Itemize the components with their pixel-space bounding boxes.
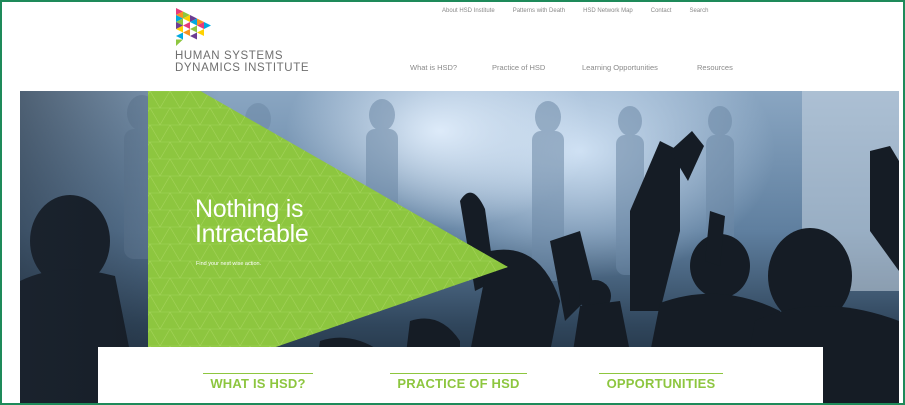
main-nav-practice[interactable]: Practice of HSD: [492, 63, 582, 72]
nav-patterns[interactable]: Patterns with Death: [513, 8, 565, 14]
hero-headline-line-1: Nothing is: [195, 195, 304, 223]
nav-search[interactable]: Search: [689, 8, 708, 14]
section-opportunities[interactable]: OPPORTUNITIES: [599, 373, 723, 391]
main-nav-resources[interactable]: Resources: [697, 63, 733, 72]
main-nav-learning[interactable]: Learning Opportunities: [582, 63, 697, 72]
hero-headline-line-2: Intractable: [195, 220, 309, 248]
main-nav: What is HSD? Practice of HSD Learning Op…: [410, 63, 733, 72]
main-nav-what-is-hsd[interactable]: What is HSD?: [410, 63, 492, 72]
triangle-logo-icon[interactable]: [174, 6, 216, 48]
section-practice-of-hsd[interactable]: PRACTICE OF HSD: [390, 373, 527, 391]
page-frame: HUMAN SYSTEMS DYNAMICS INSTITUTE About H…: [0, 0, 905, 405]
hero-headline: Nothing is Intractable: [195, 195, 309, 248]
section-what-is-hsd[interactable]: WHAT IS HSD?: [203, 373, 313, 391]
hero-tagline: Find your next wise action.: [196, 261, 262, 267]
brand-line-2: DYNAMICS INSTITUTE: [175, 62, 310, 74]
brand-wordmark[interactable]: HUMAN SYSTEMS DYNAMICS INSTITUTE: [175, 50, 309, 74]
utility-nav: About HSD Institute Patterns with Death …: [442, 8, 708, 14]
brand-line-1: HUMAN SYSTEMS: [175, 50, 284, 62]
nav-about[interactable]: About HSD Institute: [442, 8, 495, 14]
nav-network-map[interactable]: HSD Network Map: [583, 8, 633, 14]
nav-contact[interactable]: Contact: [651, 8, 672, 14]
